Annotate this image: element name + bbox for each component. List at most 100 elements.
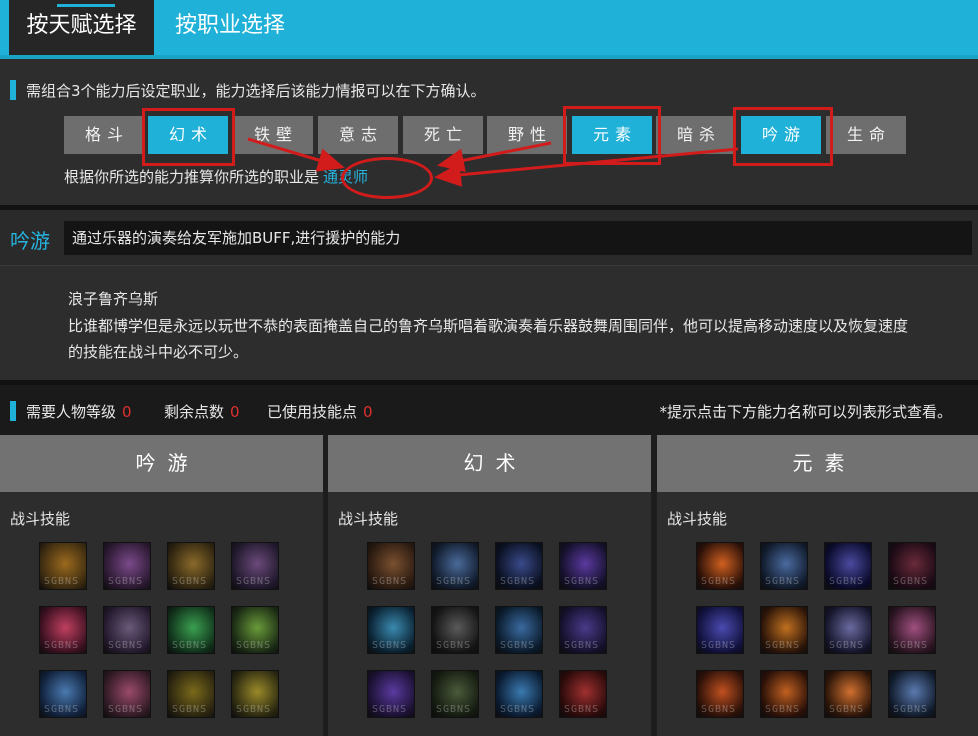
skill-icon[interactable]: SGBNS [367,542,415,590]
icon-watermark: SGBNS [436,640,472,651]
icon-watermark: SGBNS [236,640,272,651]
icon-watermark: SGBNS [765,704,801,715]
icon-watermark: SGBNS [108,640,144,651]
skill-icon[interactable]: SGBNS [760,606,808,654]
icon-watermark: SGBNS [829,704,865,715]
used-points-label: 已使用技能点 [267,403,358,421]
remaining-points-label: 剩余点数 [164,403,225,421]
skill-icon[interactable]: SGBNS [824,606,872,654]
skill-column-element: 元素 战斗技能 SGBNS SGBNS SGBNS SGBNS SGBNS SGBNS SG… [657,435,978,736]
icon-watermark: SGBNS [372,576,408,587]
skill-icon[interactable]: SGBNS [696,606,744,654]
icon-watermark: SGBNS [701,704,737,715]
skill-icon[interactable]: SGBNS [367,606,415,654]
ability-summary: 通过乐器的演奏给友军施加BUFF,进行援护的能力 [64,221,972,255]
arrow-from-bard [434,147,739,187]
skill-icon[interactable]: SGBNS [39,542,87,590]
category-label: 战斗技能 [667,510,728,528]
skill-icon[interactable]: SGBNS [824,670,872,718]
skill-icon[interactable]: SGBNS [495,606,543,654]
icon-watermark: SGBNS [893,576,929,587]
skill-icon[interactable]: SGBNS [888,606,936,654]
skill-icon[interactable]: SGBNS [231,542,279,590]
tab-by-talent[interactable]: 按天赋选择 [9,0,154,55]
skill-column-illusion: 幻术 战斗技能 SGBNS SGBNS SGBNS SGBNS SGBNS SGBNS SG… [328,435,651,736]
icon-watermark: SGBNS [765,576,801,587]
remaining-points-value: 0 [230,403,240,421]
icon-watermark: SGBNS [829,640,865,651]
arrow-from-illusion [247,137,345,172]
skill-icon[interactable]: SGBNS [231,670,279,718]
column-header-illusion[interactable]: 幻术 [328,435,651,492]
skill-icon[interactable]: SGBNS [760,670,808,718]
required-level-value: 0 [122,403,132,421]
icon-watermark: SGBNS [701,576,737,587]
skill-icon[interactable]: SGBNS [367,670,415,718]
skill-icon[interactable]: SGBNS [559,606,607,654]
icon-watermark: SGBNS [172,640,208,651]
icon-watermark: SGBNS [172,704,208,715]
skill-icon[interactable]: SGBNS [760,542,808,590]
icon-watermark: SGBNS [44,640,80,651]
icon-watermark: SGBNS [236,576,272,587]
used-points: 已使用技能点 0 [267,401,373,422]
icon-watermark: SGBNS [436,704,472,715]
used-points-value: 0 [363,403,373,421]
required-level-label: 需要人物等级 [26,403,117,421]
skill-icon[interactable]: SGBNS [431,542,479,590]
category-label: 战斗技能 [338,510,399,528]
icon-watermark: SGBNS [564,704,600,715]
tab-by-job[interactable]: 按职业选择 [165,0,295,55]
skill-icon[interactable]: SGBNS [824,542,872,590]
icon-watermark: SGBNS [108,704,144,715]
skill-icon[interactable]: SGBNS [167,542,215,590]
skill-icon[interactable]: SGBNS [888,670,936,718]
list-view-tip: *提示点击下方能力名称可以列表形式查看。 [659,403,952,421]
icon-watermark: SGBNS [829,576,865,587]
icon-watermark: SGBNS [701,640,737,651]
skill-icon[interactable]: SGBNS [431,606,479,654]
annotation-arrows [247,137,739,187]
icon-watermark: SGBNS [500,576,536,587]
skill-icon[interactable]: SGBNS [559,670,607,718]
skill-icon[interactable]: SGBNS [888,542,936,590]
icon-watermark: SGBNS [564,576,600,587]
icon-watermark: SGBNS [236,704,272,715]
skill-icon[interactable]: SGBNS [495,670,543,718]
ability-summary-row: 吟游 通过乐器的演奏给友军施加BUFF,进行援护的能力 [0,210,978,265]
icon-watermark: SGBNS [564,640,600,651]
icon-watermark: SGBNS [44,576,80,587]
icon-watermark: SGBNS [500,704,536,715]
skill-icon[interactable]: SGBNS [167,606,215,654]
skill-icon[interactable]: SGBNS [431,670,479,718]
icon-watermark: SGBNS [372,640,408,651]
skill-icon[interactable]: SGBNS [39,670,87,718]
icon-watermark: SGBNS [893,704,929,715]
category-label: 战斗技能 [10,510,71,528]
skill-points-bar: 需要人物等级 0 剩余点数 0 已使用技能点 0 *提示点击下方能力名称可以列表形式查… [0,385,978,435]
column-header-bard[interactable]: 吟游 [0,435,323,492]
column-header-element[interactable]: 元素 [657,435,978,492]
remaining-points: 剩余点数 0 [164,401,240,422]
arrow-from-element [437,141,552,173]
icon-watermark: SGBNS [893,640,929,651]
required-level: 需要人物等级 0 [26,401,132,422]
icon-watermark: SGBNS [44,704,80,715]
talent-selection-panel: 需组合3个能力后设定职业，能力选择后该能力情报可以在下方确认。 格斗 幻术 铁壁… [0,59,978,205]
skill-icon[interactable]: SGBNS [696,542,744,590]
skill-icon[interactable]: SGBNS [39,606,87,654]
icon-watermark: SGBNS [436,576,472,587]
skill-icon[interactable]: SGBNS [103,542,151,590]
skill-icon[interactable]: SGBNS [167,670,215,718]
skill-icon[interactable]: SGBNS [559,542,607,590]
skill-icon[interactable]: SGBNS [495,542,543,590]
section-marker [10,401,16,421]
ability-description-panel: 浪子鲁齐乌斯 比谁都博学但是永远以玩世不恭的表面掩盖自己的鲁齐乌斯唱着歌演奏着乐… [0,265,978,380]
skill-icon[interactable]: SGBNS [103,670,151,718]
skill-icon[interactable]: SGBNS [231,606,279,654]
character-description: 比谁都博学但是永远以玩世不恭的表面掩盖自己的鲁齐乌斯唱着歌演奏着乐器鼓舞周围同伴… [68,317,909,361]
skill-icon[interactable]: SGBNS [696,670,744,718]
icon-watermark: SGBNS [765,640,801,651]
skill-icon[interactable]: SGBNS [103,606,151,654]
icon-watermark: SGBNS [500,640,536,651]
